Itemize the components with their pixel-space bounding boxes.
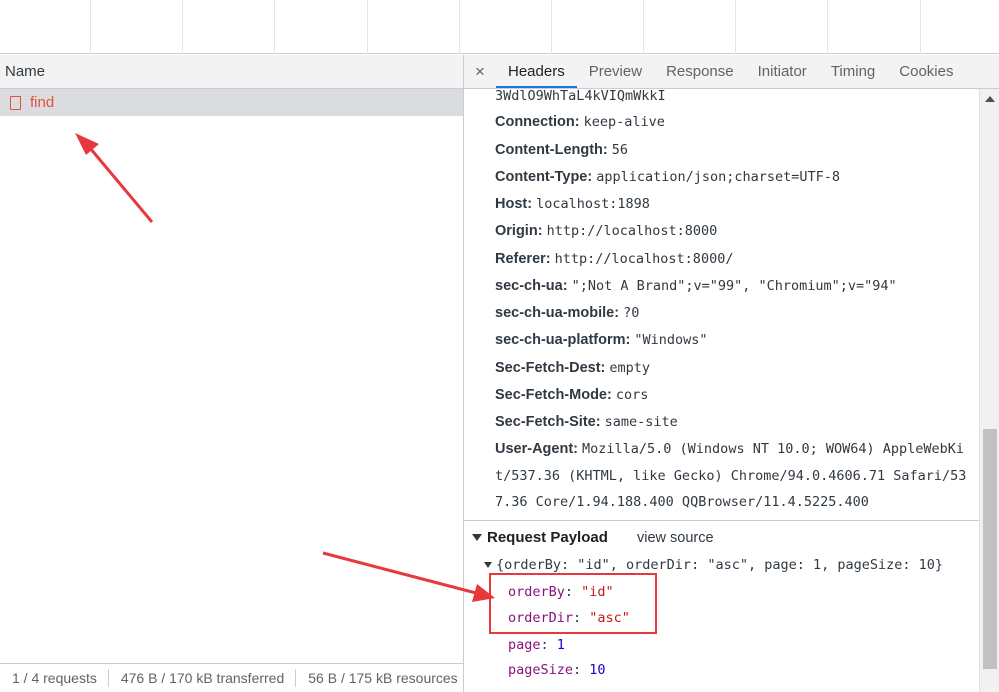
header-name: Content-Type: <box>495 169 593 185</box>
status-request-count: 1 / 4 requests <box>0 669 109 687</box>
header-name: sec-ch-ua: <box>495 278 568 294</box>
header-name: Sec-Fetch-Dest: <box>495 360 606 376</box>
tab-preview[interactable]: Preview <box>577 55 654 88</box>
header-value: 56 <box>611 142 629 158</box>
header-value: http://localhost:8000/ <box>554 251 734 267</box>
annotation-highlight-box <box>489 573 657 634</box>
payload-summary-text: {orderBy: "id", orderDir: "asc", page: 1… <box>496 557 944 573</box>
waterfall-gridline <box>367 0 368 54</box>
payload-property: page: 1 <box>508 637 565 653</box>
status-resources: 56 B / 175 kB resources <box>308 670 458 686</box>
header-value: empty <box>609 360 651 376</box>
payload-title: Request Payload <box>487 529 608 546</box>
header-name: User-Agent: <box>495 441 578 457</box>
header-row: Sec-Fetch-Dest: empty <box>495 359 650 377</box>
network-status-bar: 1 / 4 requests 476 B / 170 kB transferre… <box>0 663 463 692</box>
scroll-up-arrow-icon[interactable] <box>985 96 995 102</box>
waterfall-gridline <box>182 0 183 54</box>
header-row: Connection: keep-alive <box>495 113 665 131</box>
header-row: Content-Type: application/json;charset=U… <box>495 168 840 186</box>
header-row: Sec-Fetch-Mode: cors <box>495 386 648 404</box>
waterfall-gridline <box>920 0 921 54</box>
waterfall-gridline <box>735 0 736 54</box>
request-headers-list: 3WdlO9WhTaL4kVIQmWkkI Connection: keep-a… <box>464 89 979 519</box>
header-value: application/json;charset=UTF-8 <box>596 169 841 185</box>
tab-timing[interactable]: Timing <box>819 55 887 88</box>
view-source-link[interactable]: view source <box>637 530 714 546</box>
details-tab-bar: × Headers Preview Response Initiator Tim… <box>464 55 999 89</box>
header-value-continuation: 7.36 Core/1.94.188.400 QQBrowser/11.4.52… <box>495 494 869 510</box>
payload-property: pageSize: 10 <box>508 662 606 678</box>
waterfall-overview <box>0 0 999 54</box>
property-value: 10 <box>589 662 606 678</box>
header-name: Content-Length: <box>495 142 608 158</box>
header-name: sec-ch-ua-mobile: <box>495 305 620 321</box>
name-column-header[interactable]: Name <box>0 55 463 89</box>
property-key: page <box>508 637 541 653</box>
waterfall-gridline <box>274 0 275 54</box>
tab-headers[interactable]: Headers <box>496 55 577 88</box>
property-value: 1 <box>556 637 565 653</box>
header-value: Mozilla/5.0 (Windows NT 10.0; WOW64) App… <box>582 441 965 457</box>
header-row: Referer: http://localhost:8000/ <box>495 250 733 268</box>
header-value: ?0 <box>623 305 640 321</box>
tab-response[interactable]: Response <box>654 55 746 88</box>
header-row: Sec-Fetch-Site: same-site <box>495 413 678 431</box>
close-icon[interactable]: × <box>464 55 496 88</box>
status-transferred: 476 B / 170 kB transferred <box>109 669 297 687</box>
header-value: same-site <box>604 414 678 430</box>
waterfall-gridline <box>90 0 91 54</box>
waterfall-gridline <box>827 0 828 54</box>
waterfall-gridline <box>459 0 460 54</box>
header-name: Sec-Fetch-Site: <box>495 414 601 430</box>
header-value: keep-alive <box>583 114 665 130</box>
header-row: sec-ch-ua-mobile: ?0 <box>495 304 639 322</box>
payload-section-toggle[interactable]: Request Payload <box>472 529 608 546</box>
header-value: localhost:1898 <box>536 196 650 212</box>
header-row: Content-Length: 56 <box>495 141 628 159</box>
header-row: Origin: http://localhost:8000 <box>495 222 717 240</box>
payload-object-summary[interactable]: {orderBy: "id", orderDir: "asc", page: 1… <box>484 557 943 573</box>
header-row: Host: localhost:1898 <box>495 195 650 213</box>
request-list-pane: Name find 1 / 4 requests 476 B / 170 kB … <box>0 55 463 692</box>
document-icon <box>10 95 21 110</box>
expand-triangle-icon <box>472 534 482 541</box>
property-key: pageSize <box>508 662 574 678</box>
header-row: User-Agent: Mozilla/5.0 (Windows NT 10.0… <box>495 440 964 458</box>
tab-cookies[interactable]: Cookies <box>887 55 965 88</box>
header-value: "Windows" <box>634 332 708 348</box>
header-name: sec-ch-ua-platform: <box>495 332 631 348</box>
waterfall-gridline <box>551 0 552 54</box>
request-row-find[interactable]: find <box>0 89 463 116</box>
expand-triangle-icon <box>484 562 492 568</box>
header-name: Origin: <box>495 223 543 239</box>
header-row: sec-ch-ua: ";Not A Brand";v="99", "Chrom… <box>495 277 897 295</box>
header-value: http://localhost:8000 <box>546 223 718 239</box>
header-name: Referer: <box>495 251 551 267</box>
headers-scrollbar[interactable] <box>979 89 999 692</box>
header-name: Connection: <box>495 114 580 130</box>
header-value: cors <box>615 387 649 403</box>
request-name: find <box>30 94 55 111</box>
tab-initiator[interactable]: Initiator <box>746 55 819 88</box>
header-name: Sec-Fetch-Mode: <box>495 387 612 403</box>
header-value: ";Not A Brand";v="99", "Chromium";v="94" <box>571 278 897 294</box>
header-value-continuation: 3WdlO9WhTaL4kVIQmWkkI <box>495 89 666 104</box>
header-row: sec-ch-ua-platform: "Windows" <box>495 331 708 349</box>
scroll-thumb[interactable] <box>983 429 997 669</box>
header-name: Host: <box>495 196 533 212</box>
waterfall-gridline <box>643 0 644 54</box>
header-value-continuation: t/537.36 (KHTML, like Gecko) Chrome/94.0… <box>495 468 967 484</box>
